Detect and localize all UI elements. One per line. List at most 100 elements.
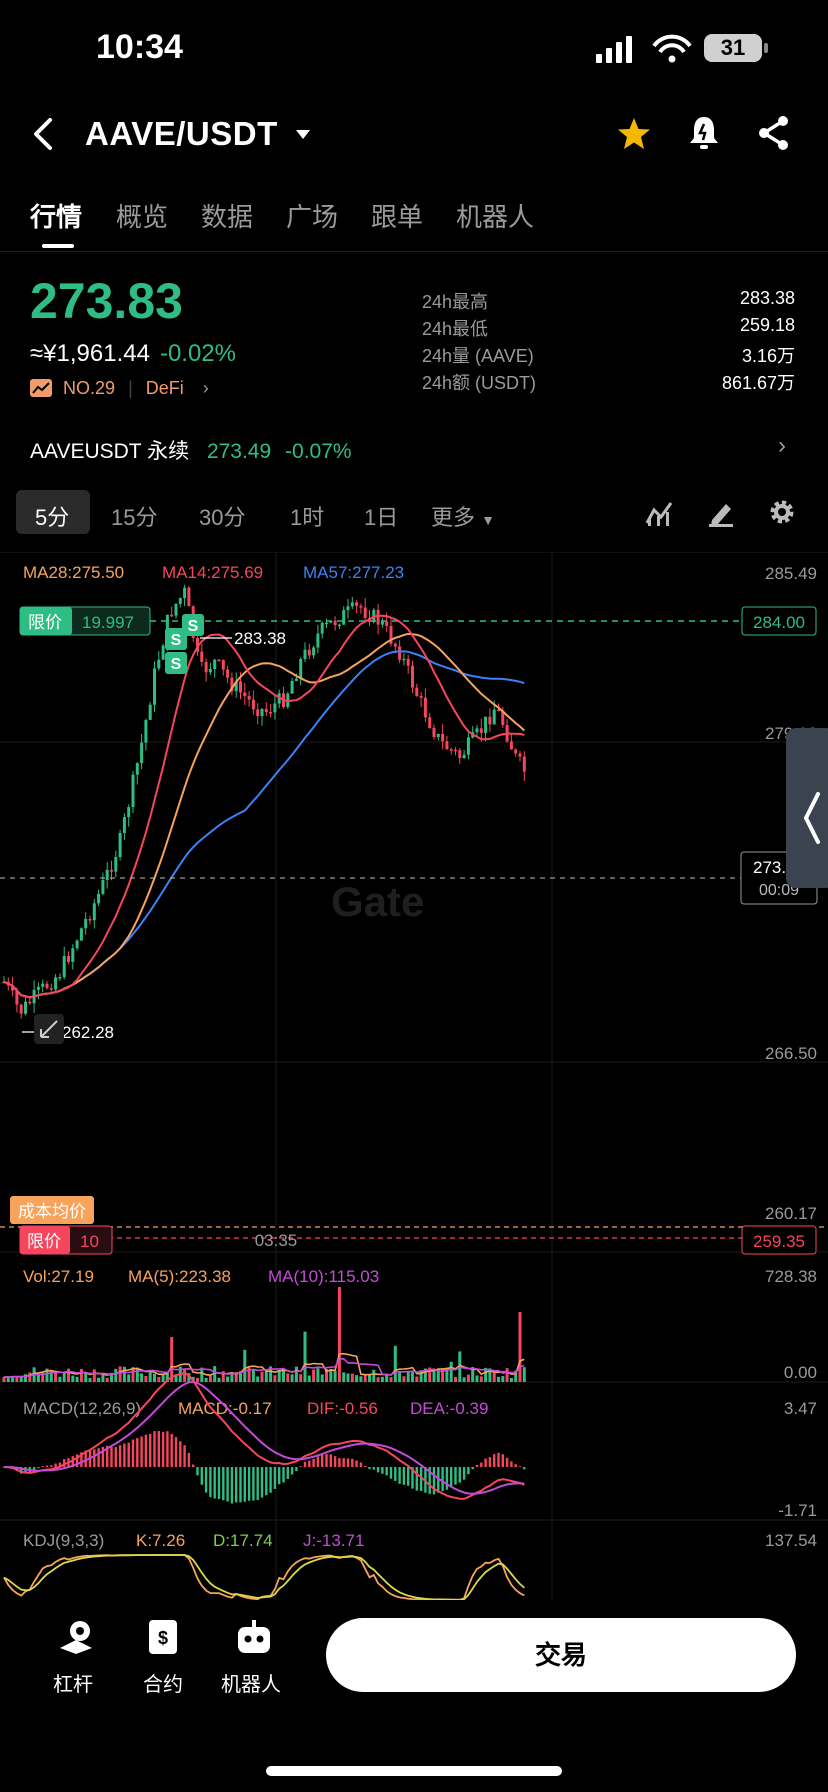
candle-body [363,607,367,618]
candle-body [509,741,513,750]
candle-body [226,669,230,678]
macd-bar [445,1467,449,1490]
volume-bars [2,1287,526,1382]
macd-axis-bottom: -1.71 [778,1501,817,1520]
macd-bar [282,1467,285,1483]
interval-15m[interactable]: 15分 [111,500,157,532]
tab-overview[interactable]: 概览 [116,197,168,234]
macd-bar [458,1467,461,1483]
macd-bar [50,1465,53,1467]
kline-chart[interactable]: Gate MA28:275.50 MA14:275.69 MA57:277.23… [0,552,828,1602]
tab-copy-trade[interactable]: 跟单 [371,197,423,234]
macd-bar [140,1436,143,1467]
macd-bar [45,1465,49,1467]
caret-down-icon[interactable] [294,128,312,142]
high-mark: 283.38 [234,629,286,648]
macd-bar [475,1464,479,1467]
macd-bar [385,1467,388,1476]
candle-body [522,756,526,772]
candle-body [342,610,346,625]
macd-bar [402,1467,406,1485]
share-icon[interactable] [756,114,792,152]
draw-pen-icon[interactable] [706,498,736,528]
volume-bar [497,1376,500,1382]
volume-bar [303,1331,307,1382]
volume-bar [492,1371,496,1382]
candle-body [101,880,105,894]
perpetual-chevron-icon[interactable]: › [778,432,786,460]
candle-body [24,1001,27,1014]
volume-bar [286,1373,290,1382]
tab-data[interactable]: 数据 [201,197,253,234]
leverage-label[interactable]: 杠杆 [28,1668,118,1697]
trade-button[interactable]: 交易 [326,1618,796,1692]
macd-bar [118,1445,122,1467]
macd-bar [252,1467,255,1501]
interval-30m[interactable]: 30分 [199,500,245,532]
volume-bar [363,1374,367,1382]
tab-active-underline [42,244,74,248]
candle-body [92,903,96,921]
volume-bar [294,1366,298,1382]
robot-label[interactable]: 机器人 [206,1668,296,1697]
macd-bar [372,1467,375,1470]
robot-icon[interactable] [234,1618,274,1658]
volume-bar [389,1377,393,1382]
macd-bar [523,1467,526,1470]
macd-bar [359,1462,363,1467]
macd-bar [514,1464,517,1467]
tab-market[interactable]: 行情 [30,197,82,234]
perpetual-price: 273.49 [206,440,272,463]
y-label-2: 266.50 [765,1044,817,1063]
limit-order-label: 限价 [28,613,62,632]
candle-body [243,692,247,697]
macd-bar [144,1434,148,1467]
price-alert-bell-icon[interactable] [686,114,722,152]
candle-body [419,695,423,698]
kdj-axis-top: 137.54 [765,1531,817,1550]
volume-bar [144,1375,148,1382]
candle-body [273,703,277,713]
candle-body [148,704,152,720]
ma14-legend: MA14:275.69 [162,563,263,582]
kdj-d: D:17.74 [213,1531,273,1550]
macd-bar [454,1467,457,1485]
candle-body [41,983,45,987]
indicator-icon[interactable] [644,498,674,528]
candle-body [406,658,410,666]
limit-order-2-label: 限价 [27,1232,61,1251]
tab-square[interactable]: 广场 [286,197,338,234]
volume-bar [92,1369,96,1382]
macd-bar [325,1454,328,1467]
perpetual-row[interactable]: AAVEUSDT 永续 273.49 -0.07% [30,435,352,465]
cost-average-label: 成本均价 [18,1202,86,1221]
interval-1h[interactable]: 1时 [290,500,324,532]
back-arrow-icon[interactable] [28,116,58,152]
volume-bar [402,1376,406,1382]
limit-order-2-qty: 10 [80,1232,99,1251]
contract-label[interactable]: 合约 [118,1668,208,1697]
macd-bar [247,1467,251,1501]
vol-legend: Vol:27.19 [23,1267,94,1286]
macd-bar [484,1458,487,1467]
volume-bar [208,1375,212,1382]
leverage-icon[interactable] [56,1618,96,1658]
volume-bar [299,1374,303,1382]
settings-gear-icon[interactable] [767,497,797,527]
interval-5m[interactable]: 5分 [35,500,69,532]
candle-body [260,708,264,716]
contract-icon[interactable]: $ [146,1618,180,1658]
interval-1d[interactable]: 1日 [364,500,398,532]
tab-bots[interactable]: 机器人 [456,197,534,234]
candle-body [157,659,161,669]
star-icon[interactable] [616,116,652,152]
sell-marker-2: S [171,632,182,649]
pair-title[interactable]: AAVE/USDT [85,115,278,153]
interval-more[interactable]: 更多 ▼ [431,500,495,532]
side-drawer-handle[interactable] [786,728,828,888]
home-indicator [266,1766,562,1776]
macd-bar [204,1467,208,1493]
candle-body [213,659,217,669]
macd-bar [183,1445,186,1467]
volume-bar [75,1376,79,1382]
